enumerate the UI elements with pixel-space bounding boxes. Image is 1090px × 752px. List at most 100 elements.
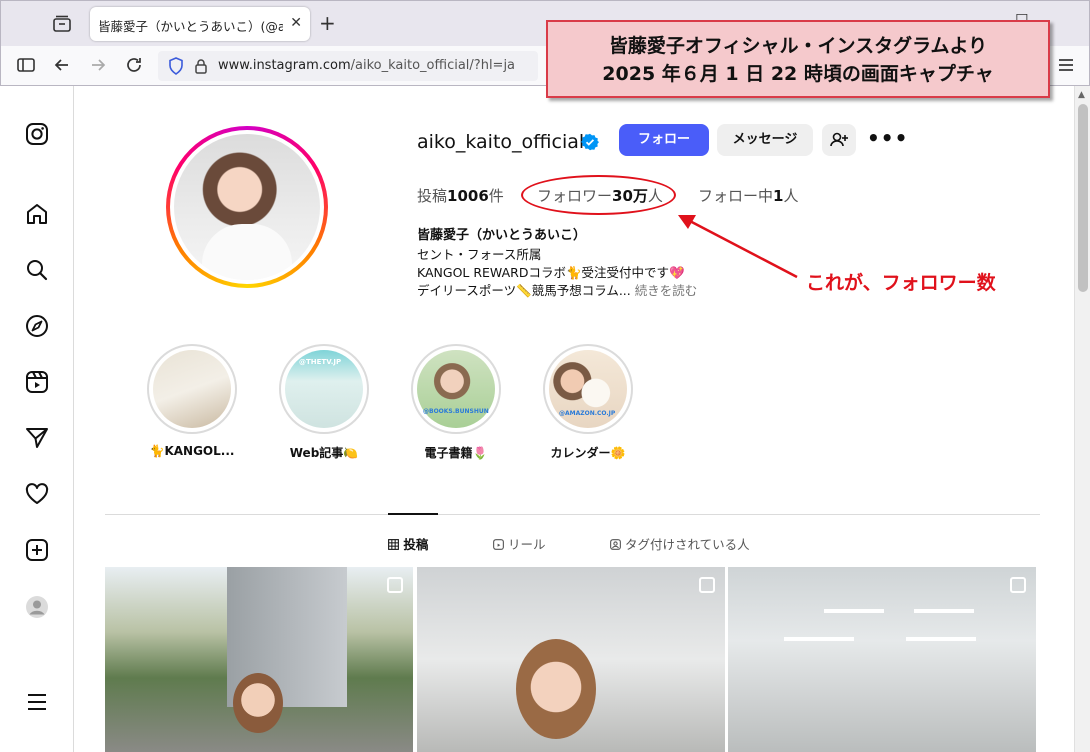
highlight-ring: @AMAZON.CO.JP: [543, 344, 633, 434]
highlight-thumb-tag: @AMAZON.CO.JP: [559, 410, 616, 417]
active-tab-indicator: [388, 513, 438, 515]
tab-reels[interactable]: リール: [493, 534, 546, 553]
instagram-logo-icon[interactable]: [24, 121, 50, 147]
url-text: www.instagram.com/aiko_kaito_official/?h…: [218, 58, 515, 73]
profile-avatar[interactable]: [166, 126, 328, 288]
posts-count-stat: 投稿1006件: [417, 185, 504, 206]
capture-note-callout: 皆藤愛子オフィシャル・インスタグラムより 2025 年６月 1 日 22 時頃の…: [546, 20, 1050, 98]
multiple-images-icon: [387, 577, 403, 593]
bio-line-agency: セント・フォース所属: [417, 247, 542, 262]
menu-icon[interactable]: [1055, 54, 1077, 76]
bio-line-kangol: KANGOL REWARDコラボ🐈受注受付中です💖: [417, 265, 685, 280]
lock-icon[interactable]: [192, 57, 210, 79]
highlight-thumb-tag: @BOOKS.BUNSHUN: [423, 408, 489, 415]
avatar-photo: [174, 134, 320, 280]
tab-reels-label: リール: [507, 537, 546, 552]
post-person-shape: [233, 673, 283, 733]
suggest-user-button[interactable]: [822, 124, 856, 156]
highlight-web-article[interactable]: @THETV.JP Web記事🍋: [279, 344, 369, 461]
reload-icon[interactable]: [123, 54, 145, 76]
tab-close-icon[interactable]: ✕: [290, 15, 302, 31]
follow-button[interactable]: フォロー: [619, 124, 709, 156]
notifications-heart-icon[interactable]: [24, 481, 50, 507]
callout-line-2: 2025 年６月 1 日 22 時頃の画面キャプチャ: [602, 63, 994, 85]
explore-icon[interactable]: [24, 313, 50, 339]
verified-badge-icon: [581, 133, 599, 151]
home-icon[interactable]: [24, 201, 50, 227]
bio-read-more-link[interactable]: 続きを読む: [635, 283, 698, 298]
tab-title: 皆藤愛子（かいとうあいこ）(@aiko_ka: [98, 19, 283, 34]
highlight-ebook[interactable]: @BOOKS.BUNSHUN 電子書籍🌷: [411, 344, 501, 461]
highlight-label: 電子書籍🌷: [424, 446, 488, 460]
highlight-ring: [147, 344, 237, 434]
profile-username: aiko_kaito_official: [417, 131, 585, 153]
multiple-images-icon: [699, 577, 715, 593]
avatar-body-shape: [202, 224, 292, 280]
highlight-thumb: @BOOKS.BUNSHUN: [417, 350, 495, 428]
tabs-divider: [105, 514, 1040, 515]
message-button[interactable]: メッセージ: [717, 124, 813, 156]
scroll-thumb[interactable]: [1078, 104, 1088, 292]
grid-icon: [388, 537, 403, 552]
posts-suffix: 件: [488, 187, 504, 205]
url-bar[interactable]: www.instagram.com/aiko_kaito_official/?h…: [158, 51, 538, 81]
bio-line-column-text: デイリースポーツ📏競馬予想コラム...: [417, 283, 631, 298]
highlight-thumb: @THETV.JP: [285, 350, 363, 428]
following-prefix: フォロー中: [698, 187, 774, 205]
highlight-thumb: @AMAZON.CO.JP: [549, 350, 627, 428]
post-thumbnail-2[interactable]: [417, 567, 725, 752]
url-domain: www.instagram.com: [218, 58, 351, 73]
followers-highlight-ellipse: [521, 175, 676, 215]
bio-line-column: デイリースポーツ📏競馬予想コラム... 続きを読む: [417, 280, 697, 299]
multiple-images-icon: [1010, 577, 1026, 593]
forward-icon[interactable]: [87, 54, 109, 76]
new-tab-icon[interactable]: +: [319, 11, 336, 35]
avatar-border: [170, 130, 324, 284]
search-icon[interactable]: [24, 257, 50, 283]
highlight-calendar[interactable]: @AMAZON.CO.JP カレンダー🌼: [543, 344, 633, 461]
followers-annotation-text: これが、フォロワー数: [806, 272, 996, 294]
ceiling-light: [914, 609, 974, 613]
highlight-label: Web記事🍋: [289, 446, 359, 460]
reels-tab-icon: [493, 537, 508, 552]
sidebar-toggle-icon[interactable]: [15, 54, 37, 76]
post-thumbnail-3[interactable]: [728, 567, 1036, 752]
posts-count: 1006: [447, 187, 489, 205]
url-path: /aiko_kaito_official/?hl=ja: [350, 58, 516, 73]
browser-tab-active[interactable]: 皆藤愛子（かいとうあいこ）(@aiko_ka ✕: [90, 7, 310, 41]
create-post-icon[interactable]: [24, 537, 50, 563]
callout-line-1: 皆藤愛子オフィシャル・インスタグラムより: [608, 35, 988, 57]
highlight-ring: @BOOKS.BUNSHUN: [411, 344, 501, 434]
ceiling-light: [784, 637, 854, 641]
following-count: 1: [773, 187, 784, 205]
highlight-ring: @THETV.JP: [279, 344, 369, 434]
scroll-up-icon[interactable]: ▲: [1078, 90, 1085, 100]
following-suffix: 人: [783, 187, 799, 205]
tab-tagged-label: タグ付けされている人: [624, 537, 750, 552]
page-scrollbar[interactable]: ▲: [1074, 86, 1090, 752]
shield-icon[interactable]: [166, 56, 186, 80]
profile-avatar-icon[interactable]: [24, 594, 50, 620]
annotation-arrow: [678, 215, 798, 279]
highlight-thumb-tag: @THETV.JP: [299, 358, 342, 366]
tab-tagged[interactable]: タグ付けされている人: [610, 534, 750, 553]
highlight-label: 🐈KANGOL...: [149, 444, 235, 458]
highlight-kangol[interactable]: 🐈KANGOL...: [147, 344, 237, 458]
highlight-thumb: [153, 350, 231, 428]
post-person-shape: [516, 639, 596, 739]
reels-icon[interactable]: [24, 369, 50, 395]
following-count-stat[interactable]: フォロー中1人: [698, 185, 798, 206]
tab-posts[interactable]: 投稿: [388, 534, 428, 553]
ceiling-light: [906, 637, 976, 641]
tab-list-icon[interactable]: [51, 13, 73, 35]
posts-prefix: 投稿: [417, 187, 448, 205]
post-thumbnail-1[interactable]: [105, 567, 413, 752]
tab-posts-label: 投稿: [403, 537, 429, 552]
ceiling-light: [824, 609, 884, 613]
back-icon[interactable]: [51, 54, 73, 76]
more-options-icon[interactable]: •••: [867, 126, 908, 150]
more-menu-icon[interactable]: [24, 689, 50, 715]
direct-message-icon[interactable]: [24, 425, 50, 451]
tagged-tab-icon: [610, 537, 625, 552]
add-user-icon: [830, 132, 848, 147]
